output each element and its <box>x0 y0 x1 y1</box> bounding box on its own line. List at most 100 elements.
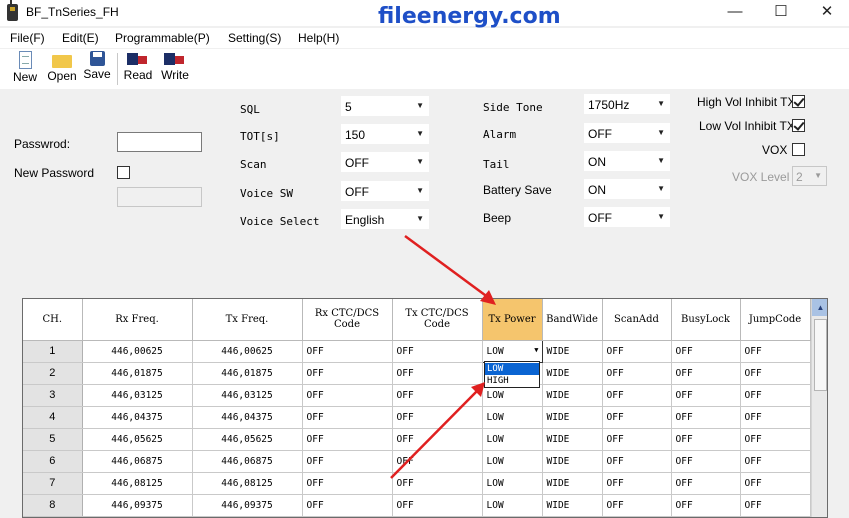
close-icon[interactable]: ✕ <box>804 0 849 26</box>
minimize-icon[interactable]: — <box>712 0 758 26</box>
cell-bandwide[interactable]: WIDE <box>542 450 603 473</box>
cell-ch[interactable]: 6 <box>23 450 83 473</box>
cell-busylock[interactable]: OFF <box>671 494 741 517</box>
col-header-tx-code[interactable]: Tx CTC/DCS Code <box>392 299 483 341</box>
cell-rx-freq[interactable]: 446,08125 <box>82 472 193 495</box>
col-header-rx-code[interactable]: Rx CTC/DCS Code <box>302 299 393 341</box>
col-header-rx-freq[interactable]: Rx Freq. <box>82 299 193 341</box>
cell-jumpcode[interactable]: OFF <box>740 472 811 495</box>
cell-ch[interactable]: 8 <box>23 494 83 517</box>
cell-rx-code[interactable]: OFF <box>302 472 393 495</box>
sql-select[interactable]: 5 ▼ <box>341 96 429 116</box>
cell-tx-code[interactable]: OFF <box>392 384 483 407</box>
table-row[interactable]: 5 446,05625 446,05625 OFF OFF LOW WIDE OFF OFF OF… <box>23 428 811 451</box>
dropdown-option-high[interactable]: HIGH <box>485 375 539 387</box>
cell-rx-code[interactable]: OFF <box>302 428 393 451</box>
cell-ch[interactable]: 3 <box>23 384 83 407</box>
cell-scanadd[interactable]: OFF <box>602 494 672 517</box>
dropdown-option-low[interactable]: LOW <box>485 363 539 375</box>
cell-rx-freq[interactable]: 446,05625 <box>82 428 193 451</box>
menu-programmable[interactable]: Programmable(P) <box>115 31 210 45</box>
menu-file[interactable]: File(F) <box>10 31 45 45</box>
cell-tx-code[interactable]: OFF <box>392 406 483 429</box>
cell-busylock[interactable]: OFF <box>671 428 741 451</box>
low-vol-inhibit-checkbox[interactable] <box>792 119 805 132</box>
cell-busylock[interactable]: OFF <box>671 384 741 407</box>
table-row[interactable]: 4 446,04375 446,04375 OFF OFF LOW WIDE OFF OFF OF… <box>23 406 811 429</box>
cell-tx-power[interactable]: LOW <box>482 472 543 495</box>
scan-select[interactable]: OFF ▼ <box>341 152 429 172</box>
cell-ch[interactable]: 4 <box>23 406 83 429</box>
cell-bandwide[interactable]: WIDE <box>542 428 603 451</box>
cell-tx-freq[interactable]: 446,00625 <box>192 340 303 363</box>
battery-save-select[interactable]: ON ▼ <box>584 179 670 199</box>
new-password-checkbox[interactable] <box>117 166 130 179</box>
menu-setting[interactable]: Setting(S) <box>228 31 281 45</box>
cell-rx-freq[interactable]: 446,09375 <box>82 494 193 517</box>
col-header-tx-freq[interactable]: Tx Freq. <box>192 299 303 341</box>
cell-busylock[interactable]: OFF <box>671 472 741 495</box>
cell-jumpcode[interactable]: OFF <box>740 428 811 451</box>
read-button[interactable]: Read <box>123 51 153 87</box>
table-row[interactable]: 3 446,03125 446,03125 OFF OFF LOW WIDE OFF OFF OF… <box>23 384 811 407</box>
cell-scanadd[interactable]: OFF <box>602 406 672 429</box>
cell-bandwide[interactable]: WIDE <box>542 494 603 517</box>
tot-select[interactable]: 150 ▼ <box>341 124 429 144</box>
table-row[interactable]: 1 446,00625 446,00625 OFF OFF LOW ▼ WIDE OFF OFF O… <box>23 339 811 363</box>
cell-tx-freq[interactable]: 446,04375 <box>192 406 303 429</box>
grid-scrollbar[interactable]: ▲ <box>811 299 827 517</box>
col-header-jumpcode[interactable]: JumpCode <box>740 299 811 341</box>
cell-rx-code[interactable]: OFF <box>302 450 393 473</box>
cell-busylock[interactable]: OFF <box>671 406 741 429</box>
cell-scanadd[interactable]: OFF <box>602 384 672 407</box>
cell-tx-code[interactable]: OFF <box>392 472 483 495</box>
cell-tx-code[interactable]: OFF <box>392 340 483 363</box>
col-header-scanadd[interactable]: ScanAdd <box>602 299 672 341</box>
voice-select-select[interactable]: English ▼ <box>341 209 429 229</box>
new-button[interactable]: New <box>10 51 40 87</box>
cell-tx-power[interactable]: LOW <box>482 406 543 429</box>
cell-jumpcode[interactable]: OFF <box>740 362 811 385</box>
col-header-ch[interactable]: CH. <box>23 299 83 341</box>
cell-tx-freq[interactable]: 446,01875 <box>192 362 303 385</box>
scroll-thumb[interactable] <box>814 319 827 391</box>
maximize-icon[interactable]: ☐ <box>758 0 804 26</box>
cell-scanadd[interactable]: OFF <box>602 340 672 363</box>
cell-tx-freq[interactable]: 446,09375 <box>192 494 303 517</box>
cell-scanadd[interactable]: OFF <box>602 450 672 473</box>
table-row[interactable]: 2 446,01875 446,01875 OFF OFF WIDE OFF OFF OFF <box>23 362 811 385</box>
cell-rx-freq[interactable]: 446,06875 <box>82 450 193 473</box>
cell-rx-freq[interactable]: 446,04375 <box>82 406 193 429</box>
beep-select[interactable]: OFF ▼ <box>584 207 670 227</box>
cell-tx-power[interactable]: LOW <box>482 450 543 473</box>
cell-ch[interactable]: 5 <box>23 428 83 451</box>
cell-rx-code[interactable]: OFF <box>302 340 393 363</box>
password-field[interactable] <box>117 132 202 152</box>
cell-jumpcode[interactable]: OFF <box>740 494 811 517</box>
cell-tx-code[interactable]: OFF <box>392 450 483 473</box>
table-row[interactable]: 6 446,06875 446,06875 OFF OFF LOW WIDE OFF OFF OF… <box>23 450 811 473</box>
cell-ch[interactable]: 2 <box>23 362 83 385</box>
menu-edit[interactable]: Edit(E) <box>62 31 99 45</box>
cell-bandwide[interactable]: WIDE <box>542 406 603 429</box>
cell-scanadd[interactable]: OFF <box>602 472 672 495</box>
scroll-up-icon[interactable]: ▲ <box>812 299 827 316</box>
cell-busylock[interactable]: OFF <box>671 362 741 385</box>
cell-busylock[interactable]: OFF <box>671 450 741 473</box>
cell-jumpcode[interactable]: OFF <box>740 406 811 429</box>
menu-help[interactable]: Help(H) <box>298 31 339 45</box>
cell-tx-freq[interactable]: 446,03125 <box>192 384 303 407</box>
tail-select[interactable]: ON ▼ <box>584 151 670 171</box>
chevron-down-icon[interactable]: ▼ <box>534 346 538 354</box>
cell-tx-power[interactable]: LOW <box>482 428 543 451</box>
cell-rx-code[interactable]: OFF <box>302 384 393 407</box>
cell-ch[interactable]: 7 <box>23 472 83 495</box>
cell-tx-power[interactable]: LOW <box>482 494 543 517</box>
cell-rx-code[interactable]: OFF <box>302 362 393 385</box>
vox-checkbox[interactable] <box>792 143 805 156</box>
cell-rx-code[interactable]: OFF <box>302 494 393 517</box>
cell-rx-code[interactable]: OFF <box>302 406 393 429</box>
cell-tx-freq[interactable]: 446,06875 <box>192 450 303 473</box>
cell-tx-code[interactable]: OFF <box>392 494 483 517</box>
cell-bandwide[interactable]: WIDE <box>542 384 603 407</box>
